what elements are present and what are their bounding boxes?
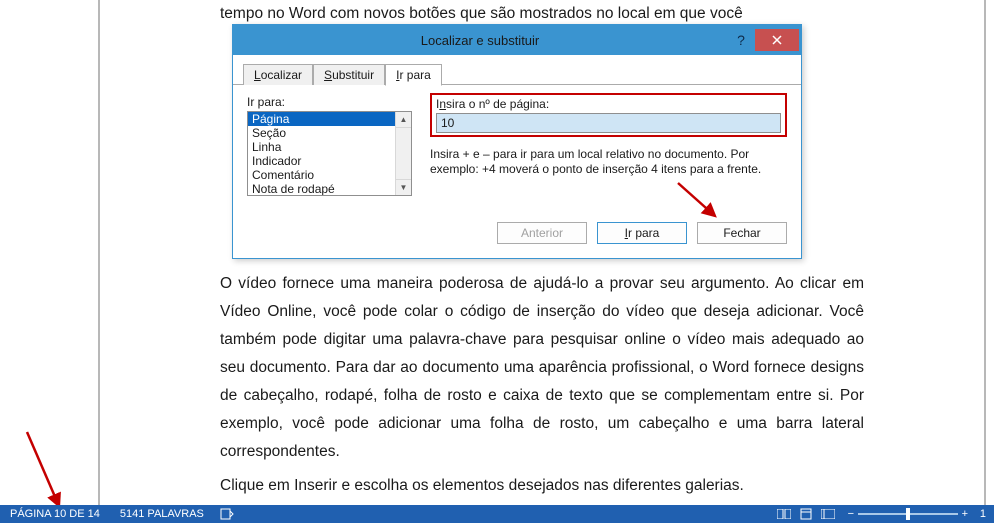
list-item[interactable]: Comentário — [248, 168, 395, 182]
status-bar: PÁGINA 10 DE 14 5141 PALAVRAS − + 1 — [0, 505, 994, 523]
goto-button[interactable]: Ir para — [597, 222, 687, 244]
dialog-title: Localizar e substituir — [233, 33, 727, 48]
list-item[interactable]: Seção — [248, 126, 395, 140]
doc-paragraph-3: Clique em Inserir e escolha os elementos… — [100, 472, 984, 500]
goto-label: Ir para: — [247, 95, 412, 109]
doc-paragraph-2: O vídeo fornece uma maneira poderosa de … — [100, 270, 984, 466]
zoom-value[interactable]: 1 — [972, 508, 994, 520]
zoom-thumb[interactable] — [906, 508, 910, 520]
scroll-up-icon[interactable]: ▲ — [396, 112, 411, 128]
help-icon[interactable]: ? — [727, 29, 755, 51]
view-print-layout-icon[interactable] — [796, 506, 816, 522]
highlight-annotation: Insira o nº de página: — [430, 93, 787, 137]
zoom-out-button[interactable]: − — [844, 508, 858, 520]
dialog-titlebar[interactable]: Localizar e substituir ? — [233, 25, 801, 55]
previous-button: Anterior — [497, 222, 587, 244]
goto-listbox[interactable]: Página Seção Linha Indicador Comentário … — [247, 111, 412, 196]
tab-replace[interactable]: Substituir — [313, 64, 385, 85]
annotation-arrow-statusbar — [15, 428, 75, 516]
scroll-down-icon[interactable]: ▼ — [396, 179, 411, 195]
list-item[interactable]: Página — [248, 112, 395, 126]
tab-goto[interactable]: Ir para — [385, 64, 442, 86]
view-buttons — [768, 506, 844, 522]
zoom-in-button[interactable]: + — [958, 508, 972, 520]
tab-strip: Localizar Substituir Ir para — [233, 55, 801, 85]
tab-find[interactable]: Localizar — [243, 64, 313, 85]
goto-help-text: Insira + e – para ir para um local relat… — [430, 147, 787, 177]
find-replace-dialog: Localizar e substituir ? Localizar Subst… — [232, 24, 802, 259]
list-item[interactable]: Linha — [248, 140, 395, 154]
list-item[interactable]: Indicador — [248, 154, 395, 168]
close-button[interactable] — [755, 29, 799, 51]
close-icon — [772, 35, 782, 45]
status-word-count[interactable]: 5141 PALAVRAS — [110, 508, 214, 520]
view-web-layout-icon[interactable] — [818, 506, 838, 522]
close-dialog-button[interactable]: Fechar — [697, 222, 787, 244]
view-read-mode-icon[interactable] — [774, 506, 794, 522]
list-item[interactable]: Nota de rodapé — [248, 182, 395, 196]
dialog-button-row: Anterior Ir para Fechar — [247, 222, 787, 244]
zoom-slider[interactable] — [858, 506, 958, 522]
proofing-icon[interactable] — [214, 508, 240, 520]
page-number-label: Insira o nº de página: — [436, 97, 781, 111]
page-number-input[interactable] — [436, 113, 781, 133]
dialog-body: Ir para: Página Seção Linha Indicador Co… — [233, 85, 801, 258]
scrollbar[interactable]: ▲ ▼ — [395, 112, 411, 195]
status-page[interactable]: PÁGINA 10 DE 14 — [0, 508, 110, 520]
